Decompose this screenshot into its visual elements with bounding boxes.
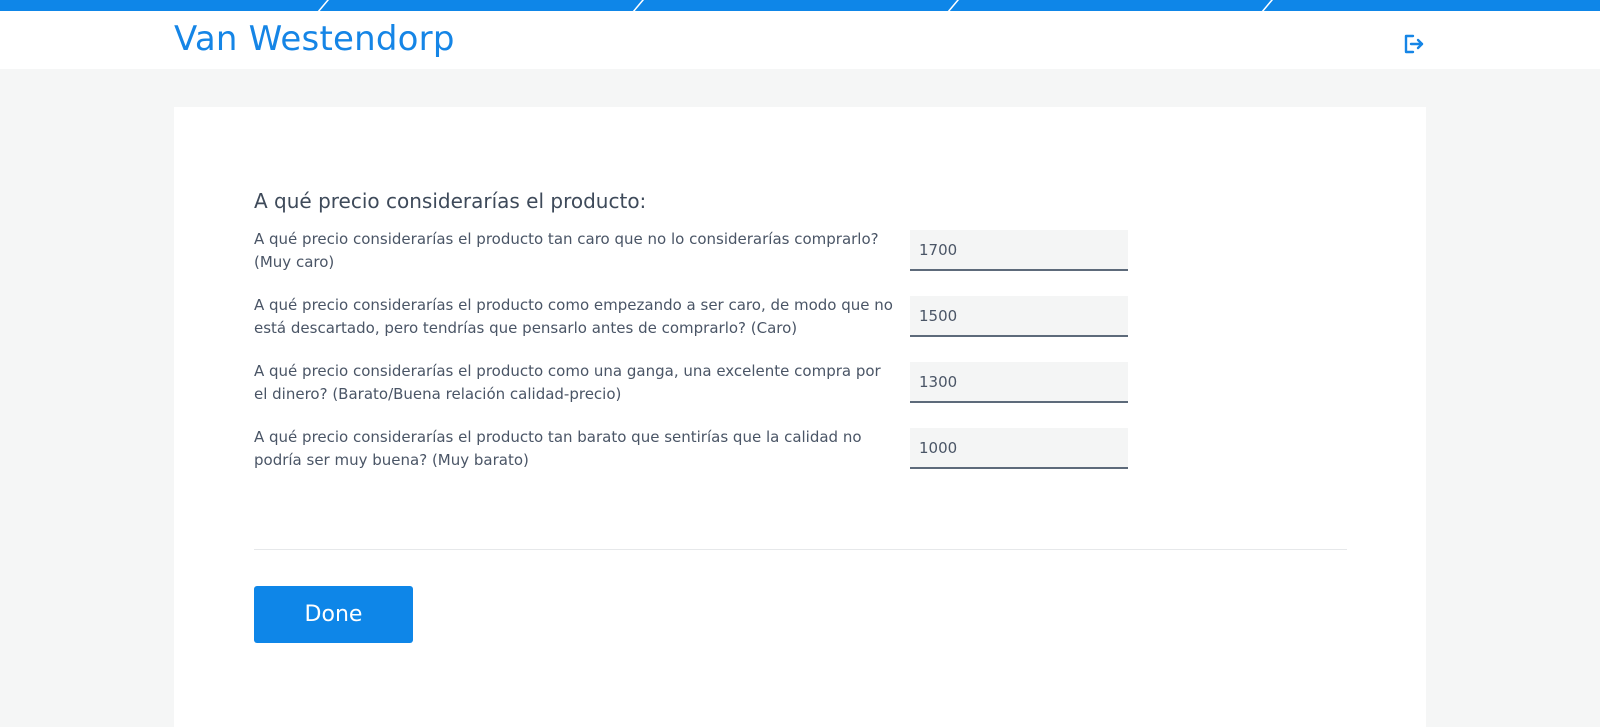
survey-card: A qué precio considerarías el producto: … <box>174 107 1426 727</box>
question-label: A qué precio considerarías el producto t… <box>254 428 862 469</box>
price-input-caro[interactable] <box>910 296 1128 337</box>
top-accent-bar <box>0 0 1600 14</box>
question-label: A qué precio considerarías el producto t… <box>254 230 879 271</box>
price-input-muy-barato[interactable] <box>910 428 1128 469</box>
done-button[interactable]: Done <box>254 586 413 643</box>
question-label: A qué precio considerarías el producto c… <box>254 296 893 337</box>
logout-icon[interactable] <box>1402 33 1424 55</box>
price-input-muy-caro[interactable] <box>910 230 1128 271</box>
header: Van Westendorp <box>0 11 1600 69</box>
question-label: A qué precio considerarías el producto c… <box>254 362 881 403</box>
divider <box>254 549 1347 550</box>
price-input-barato[interactable] <box>910 362 1128 403</box>
form-heading: A qué precio considerarías el producto: <box>254 189 647 213</box>
app-title: Van Westendorp <box>174 19 455 59</box>
